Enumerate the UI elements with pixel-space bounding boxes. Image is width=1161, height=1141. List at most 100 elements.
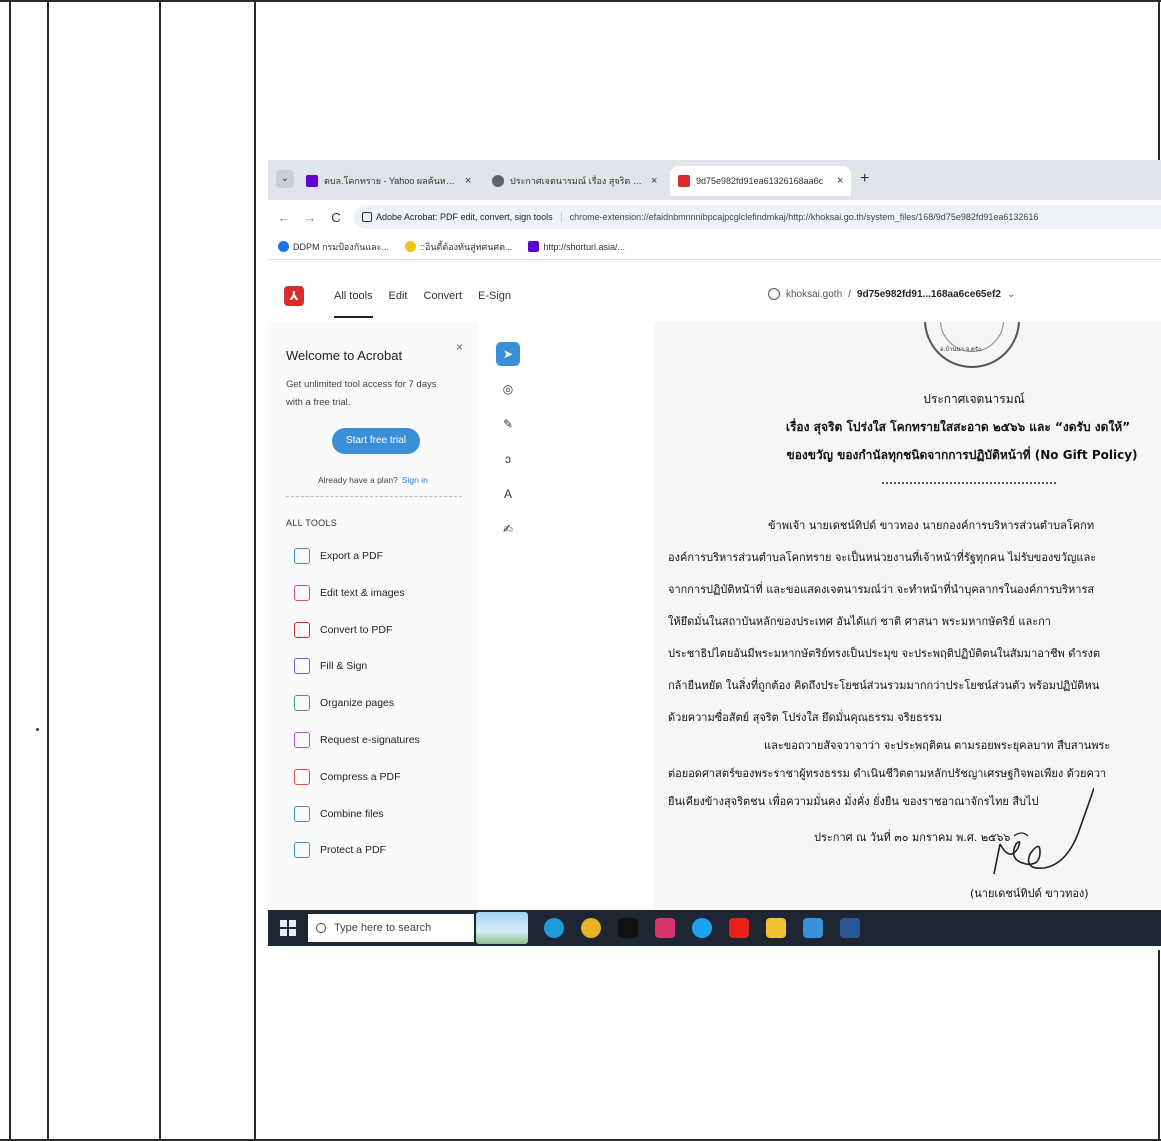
- lasso-tool-icon[interactable]: ↄ: [496, 447, 520, 471]
- tool-item[interactable]: Compress a PDF: [294, 768, 401, 785]
- youtube-icon[interactable]: [729, 918, 749, 938]
- bookmark-item[interactable]: ::อินดี้ต้องทันสู่ทศนศต...: [404, 240, 513, 254]
- pdf-document-view: อ.บ้านนา จ.ตรัง ประกาศเจตนารมณ์ เรื่อง ส…: [654, 322, 1161, 910]
- windows-start-icon[interactable]: [280, 920, 296, 936]
- divider: [286, 496, 462, 497]
- edge-icon[interactable]: [544, 918, 564, 938]
- globe-icon: [492, 175, 504, 187]
- select-tool-icon[interactable]: ➤: [496, 342, 520, 366]
- browser-tab-active[interactable]: 9d75e982fd91ea61326168aa6c ×: [670, 166, 852, 196]
- address-bar-row: ← → C Adobe Acrobat: PDF edit, convert, …: [268, 200, 1161, 234]
- tool-item[interactable]: Edit text & images: [294, 584, 405, 601]
- start-free-trial-button[interactable]: Start free trial: [332, 428, 420, 454]
- windows-logo-pane: [289, 929, 296, 936]
- url-input[interactable]: Adobe Acrobat: PDF edit, convert, sign t…: [354, 205, 1161, 229]
- forward-button[interactable]: →: [300, 210, 320, 225]
- fill-sign-icon: [294, 658, 310, 675]
- word-icon[interactable]: [840, 918, 860, 938]
- table-column-divider: [159, 0, 161, 1141]
- document-line: ต่อยอดศาสตร์ของพระราชาผู้ทรงธรรม ดำเนินช…: [668, 767, 1107, 780]
- chrome-icon[interactable]: [581, 918, 601, 938]
- browser-tab[interactable]: ตบล.โคกทราย - Yahoo ผลค้นหาภา ×: [298, 166, 479, 196]
- document-date: ประกาศ ณ วันที่ ๓๐ มกราคม พ.ศ. ๒๕๖๖: [814, 831, 1011, 844]
- file-breadcrumb[interactable]: khoksai.goth / 9d75e982fd91...168aa6ce65…: [768, 288, 1015, 300]
- welcome-title: Welcome to Acrobat: [286, 348, 403, 363]
- tool-label: Request e-signatures: [320, 734, 420, 746]
- bookmark-label: ::อินดี้ต้องทันสู่ทศนศต...: [419, 241, 513, 252]
- bookmark-item[interactable]: DDPM กรมป้องกันและ...: [278, 240, 389, 254]
- table-column-divider: [47, 0, 49, 1141]
- tool-item[interactable]: Export a PDF: [294, 548, 383, 564]
- nav-all-tools[interactable]: All tools: [334, 290, 373, 318]
- globe-icon: [278, 241, 289, 252]
- plan-text: Already have a plan?: [318, 475, 398, 485]
- file-explorer-icon[interactable]: [766, 918, 786, 938]
- file-host: khoksai.goth: [786, 288, 843, 300]
- tool-item[interactable]: Request e-signatures: [294, 732, 420, 748]
- twitter-icon[interactable]: [692, 918, 712, 938]
- chevron-down-icon[interactable]: ⌄: [1007, 289, 1015, 300]
- site-info-chip[interactable]: Adobe Acrobat: PDF edit, convert, sign t…: [362, 212, 562, 222]
- nav-edit[interactable]: Edit: [389, 290, 408, 318]
- document-line: ด้วยความซื่อสัตย์ สุจริต โปร่งใส ยึดมั่น…: [668, 711, 942, 724]
- acrobat-toolbar: ⅄ All tools Edit Convert E-Sign khoksai.…: [268, 260, 1161, 322]
- document-line: องค์การบริหารส่วนตำบลโคกทราย จะเป็นหน่วย…: [668, 551, 1097, 564]
- tool-label: Compress a PDF: [320, 770, 401, 783]
- compress-pdf-icon: [294, 768, 310, 785]
- weather-widget-icon[interactable]: [476, 912, 528, 944]
- bookmark-label: DDPM กรมป้องกันและ...: [293, 241, 389, 252]
- tool-item[interactable]: Organize pages: [294, 695, 394, 712]
- nav-e-sign[interactable]: E-Sign: [478, 290, 511, 318]
- document-subject-line: เรื่อง สุจริต โปร่งใส โคกทรายใสสะอาด ๒๕๖…: [785, 420, 1131, 434]
- plan-line: Already have a plan? Sign in: [318, 475, 428, 485]
- instagram-icon[interactable]: [655, 918, 675, 938]
- search-icon: [316, 923, 326, 933]
- tool-label: Export a PDF: [320, 550, 384, 562]
- browser-tab[interactable]: ประกาศเจตนารมณ์ เรื่อง สุจริต โปร่ ×: [484, 166, 665, 196]
- close-tab-icon[interactable]: ×: [837, 175, 843, 187]
- globe-icon: [768, 288, 780, 300]
- tab-search-button[interactable]: ⌄: [276, 170, 294, 188]
- tool-item[interactable]: Protect a PDF: [294, 842, 386, 859]
- tool-item[interactable]: Combine files: [294, 805, 384, 822]
- welcome-description: Get unlimited tool access for 7 days wit…: [286, 379, 437, 408]
- document-line: จากการปฏิบัติหน้าที่ และขอแสดงเจตนารมณ์ว…: [668, 583, 1095, 596]
- tool-label: Protect a PDF: [320, 844, 386, 857]
- tool-item[interactable]: Convert to PDF: [294, 621, 392, 638]
- pen-tool-icon[interactable]: ✎: [496, 412, 520, 436]
- taskbar-search-input[interactable]: Type here to search: [308, 914, 474, 942]
- close-tab-icon[interactable]: ×: [651, 175, 657, 187]
- new-tab-button[interactable]: +: [860, 170, 869, 188]
- settings-icon[interactable]: [803, 918, 823, 938]
- extension-icon: [362, 212, 372, 222]
- close-tab-icon[interactable]: ×: [465, 175, 471, 187]
- table-border-left: [9, 0, 11, 1141]
- request-esign-icon: [294, 732, 310, 748]
- sign-in-link[interactable]: Sign in: [402, 475, 428, 485]
- tool-label: Edit text & images: [320, 586, 405, 599]
- file-name: 9d75e982fd91...168aa6ce65ef2: [856, 288, 1001, 300]
- bookmark-item[interactable]: http://shorturl.asia/...: [528, 241, 625, 252]
- edit-text-icon: [294, 584, 310, 601]
- tool-item[interactable]: Fill & Sign: [294, 658, 368, 675]
- back-button[interactable]: ←: [274, 210, 294, 225]
- embedded-screenshot: ⌄ ตบล.โคกทราย - Yahoo ผลค้นหาภา × ประกาศ…: [268, 160, 1161, 950]
- dotted-divider: [882, 482, 1056, 484]
- comment-tool-icon[interactable]: ◎: [496, 377, 520, 401]
- organize-pages-icon: [294, 695, 310, 712]
- yahoo-icon: [306, 175, 318, 187]
- seal-text: อ.บ้านนา จ.ตรัง: [940, 347, 981, 353]
- reload-button[interactable]: C: [326, 210, 346, 225]
- tab-title: ตบล.โคกทราย - Yahoo ผลค้นหาภา: [324, 176, 459, 186]
- nav-convert[interactable]: Convert: [424, 290, 463, 318]
- document-line: ข้าพเจ้า นายเดชน์ทิปด์ ขาวทอง นายกองค์กา…: [768, 519, 1095, 532]
- document-line: ประชาธิปไตยอันมีพระมหากษัตริย์ทรงเป็นประ…: [668, 647, 1101, 660]
- tab-title: ประกาศเจตนารมณ์ เรื่อง สุจริต โปร่: [510, 176, 645, 186]
- text-box-tool-icon[interactable]: A: [496, 482, 520, 506]
- table-border-top: [0, 0, 1161, 2]
- globe-icon: [404, 241, 416, 252]
- close-icon[interactable]: ×: [456, 340, 463, 354]
- tiktok-icon[interactable]: [618, 918, 638, 938]
- tool-label: Fill & Sign: [320, 660, 368, 673]
- signature-tool-icon[interactable]: ✍: [496, 517, 520, 541]
